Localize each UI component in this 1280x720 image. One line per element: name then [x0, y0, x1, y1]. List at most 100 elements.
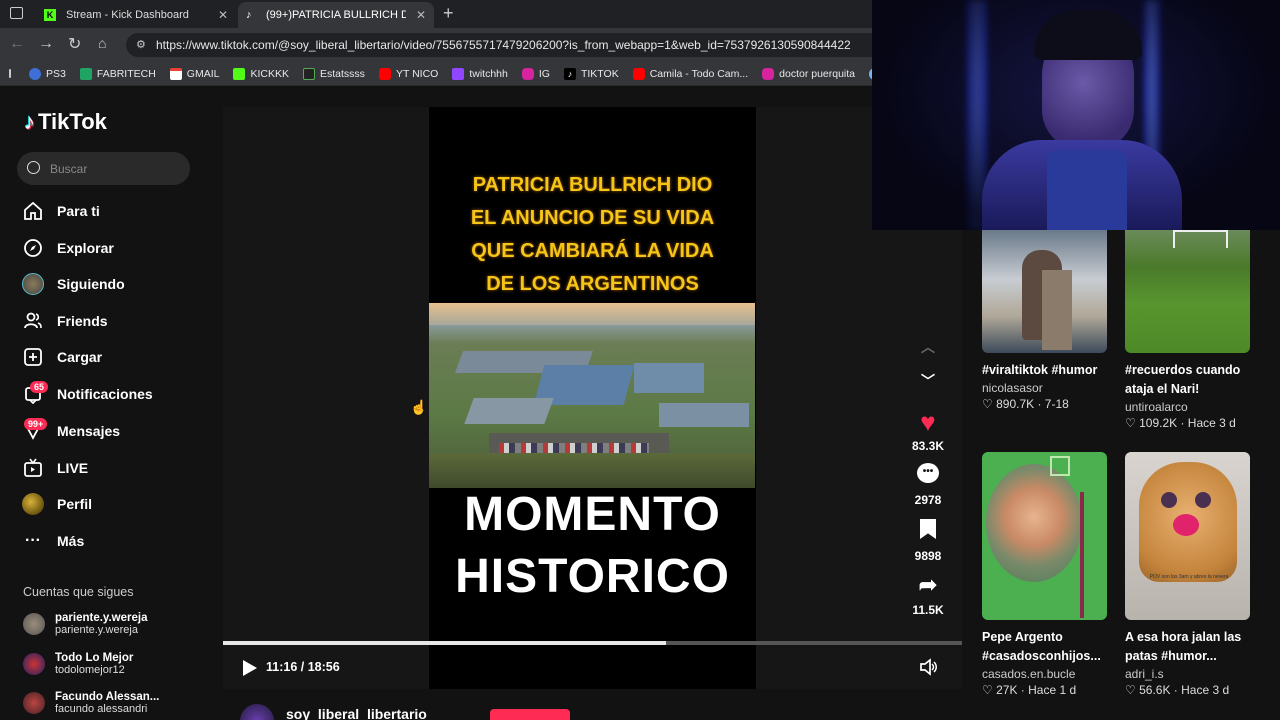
search-input[interactable]: Buscar — [17, 152, 190, 185]
recommended-video[interactable]: POV son las 3am y abres la nevera A esa … — [1125, 452, 1250, 697]
like-count: 83.3K — [911, 439, 945, 453]
nav-explorar[interactable]: Explorar — [22, 235, 114, 261]
bookmark-kickkk[interactable]: KICKKK — [233, 67, 289, 80]
recommended-video[interactable]: #viraltiktok #humor nicolasasor ♡ 890.7K… — [982, 230, 1107, 411]
friends-icon — [22, 310, 44, 332]
bookmark-yt-nico[interactable]: YT NICO — [378, 67, 438, 80]
following-account[interactable]: pariente.y.wereja pariente.y.wereja — [23, 612, 147, 636]
play-button[interactable] — [243, 660, 257, 676]
nav-cargar[interactable]: Cargar — [22, 344, 102, 370]
bookmark-ig[interactable]: IG — [521, 67, 550, 80]
back-icon[interactable]: ← — [9, 35, 25, 53]
home-icon — [22, 200, 44, 222]
author-avatar[interactable] — [240, 704, 274, 720]
video-player[interactable]: PATRICIA BULLRICH DIO EL ANUNCIO DE SU V… — [223, 107, 962, 689]
account-handle: todolomejor12 — [55, 664, 125, 676]
account-name: pariente.y.wereja — [55, 612, 148, 624]
video-time: 11:16 / 18:56 — [266, 660, 340, 674]
bookmark-label: TIKTOK — [580, 67, 619, 80]
bookmark-estatssss[interactable]: Estatssss — [303, 67, 365, 80]
video-stats: ♡ 109.2K · Hace 3 d — [1125, 416, 1250, 430]
video-thumbnail — [1125, 230, 1250, 353]
tab-kick-dashboard[interactable]: K Stream - Kick Dashboard ✕ — [36, 2, 236, 28]
comment-button[interactable]: ••• 2978 — [905, 463, 951, 507]
cursor-icon: ☝ — [410, 399, 428, 415]
avatar — [23, 653, 45, 675]
home-icon[interactable]: ⌂ — [98, 35, 106, 51]
volume-icon[interactable] — [918, 657, 938, 682]
following-account[interactable]: Todo Lo Mejor todolomejor12 — [23, 652, 133, 676]
heart-icon: ♥ — [920, 407, 936, 437]
tiktok-logo-icon: ♪ — [24, 109, 35, 134]
bookmark-icon — [920, 519, 936, 539]
prev-video-button[interactable]: ︿ — [905, 337, 951, 357]
bookmark-label: IG — [538, 67, 550, 80]
nav-mas[interactable]: ··· Más — [22, 528, 84, 554]
save-button[interactable]: 9898 — [905, 519, 951, 563]
nav-label: Para ti — [57, 203, 100, 219]
author-name[interactable]: soy_liberal_libertario — [286, 706, 427, 720]
follow-button[interactable] — [490, 709, 570, 720]
stats-text: 890.7K · 7-18 — [996, 397, 1069, 411]
heart-outline-icon: ♡ — [982, 397, 997, 411]
close-tab-icon[interactable]: ✕ — [416, 8, 426, 22]
author-row: soy_liberal_libertario — [240, 704, 960, 720]
forward-icon[interactable]: → — [38, 35, 54, 53]
bookmark-gmail[interactable]: GMAIL — [169, 67, 219, 80]
following-account[interactable]: Facundo Alessan... facundo alessandri — [23, 691, 159, 715]
window-menu-icon[interactable] — [10, 7, 23, 19]
nav-siguiendo[interactable]: Siguiendo — [22, 271, 125, 297]
bookmarks-menu-icon[interactable] — [9, 69, 11, 78]
bookmark-ps3[interactable]: PS3 — [29, 67, 66, 80]
nav-perfil[interactable]: Perfil — [22, 491, 92, 517]
nav-friends[interactable]: Friends — [22, 308, 108, 334]
video-stats: ♡ 890.7K · 7-18 — [982, 397, 1107, 411]
thumbnail-overlay-text: POV son las 3am y abres la nevera — [1149, 574, 1229, 580]
nav-para-ti[interactable]: Para ti — [22, 198, 100, 224]
stats-text: 56.6K · Hace 3 d — [1139, 683, 1230, 697]
new-tab-button[interactable]: + — [443, 3, 454, 24]
recommended-video[interactable]: #recuerdos cuando ataja el Nari! untiroa… — [1125, 230, 1250, 430]
url-input[interactable]: ⚙ https://www.tiktok.com/@soy_liberal_li… — [126, 33, 872, 57]
bookmark-twitch[interactable]: twitchhh — [452, 67, 508, 80]
video-big-text: MOMENTO — [464, 488, 721, 541]
video-stats: ♡ 27K · Hace 1 d — [982, 683, 1107, 697]
bookmark-label: twitchhh — [469, 67, 508, 80]
nav-label: Cargar — [57, 349, 103, 365]
site-info-icon[interactable]: ⚙ — [136, 38, 146, 51]
bookmark-doctor-puerquita[interactable]: doctor puerquita — [762, 67, 855, 80]
account-handle: pariente.y.wereja — [55, 624, 138, 636]
like-button[interactable]: ♥ 83.3K — [905, 409, 951, 453]
tiktok-logo[interactable]: ♪ TikTok — [24, 109, 107, 135]
compass-icon — [22, 237, 44, 259]
sidebar: ♪ TikTok Buscar Para ti Explorar Siguien… — [0, 87, 210, 720]
live-icon — [22, 457, 44, 479]
bookmark-camila[interactable]: Camila - Todo Cam... — [632, 67, 748, 80]
instagram-icon — [521, 67, 534, 80]
video-title: #viraltiktok #humor — [982, 363, 1098, 377]
kick-icon — [233, 67, 246, 80]
bookmark-fabritech[interactable]: FABRITECH — [79, 67, 156, 80]
video-frame[interactable]: PATRICIA BULLRICH DIO EL ANUNCIO DE SU V… — [429, 107, 756, 689]
share-button[interactable]: ➦ 11.5K — [905, 573, 951, 618]
youtube-icon — [378, 67, 391, 80]
tab-tiktok-video[interactable]: ♪ (99+)PATRICIA BULLRICH DIO EL A ✕ — [238, 2, 434, 28]
reload-icon[interactable]: ↻ — [68, 34, 81, 54]
close-tab-icon[interactable]: ✕ — [218, 8, 228, 22]
tab-label: Stream - Kick Dashboard — [66, 9, 189, 21]
stats-text: 109.2K · Hace 3 d — [1139, 416, 1236, 430]
bookmark-tiktok[interactable]: ♪ TIKTOK — [563, 67, 619, 80]
plus-icon — [79, 67, 92, 80]
video-progress-bar[interactable] — [223, 641, 962, 645]
nav-label: Más — [57, 533, 85, 549]
account-handle: facundo alessandri — [55, 703, 148, 715]
video-thumbnail: POV son las 3am y abres la nevera — [1125, 452, 1250, 620]
webcam-overlay — [872, 0, 1280, 230]
following-section-title: Cuentas que sigues — [23, 585, 134, 599]
recommended-video[interactable]: Pepe Argento #casadosconhijos... casados… — [982, 452, 1107, 697]
bookmarks-bar: PS3 FABRITECH GMAIL KICKKK Estatssss YT … — [0, 62, 872, 86]
nav-live[interactable]: LIVE — [22, 455, 88, 481]
next-video-button[interactable]: ﹀ — [905, 371, 951, 391]
bookmark-label: FABRITECH — [96, 67, 156, 80]
comment-count: 2978 — [914, 493, 942, 507]
